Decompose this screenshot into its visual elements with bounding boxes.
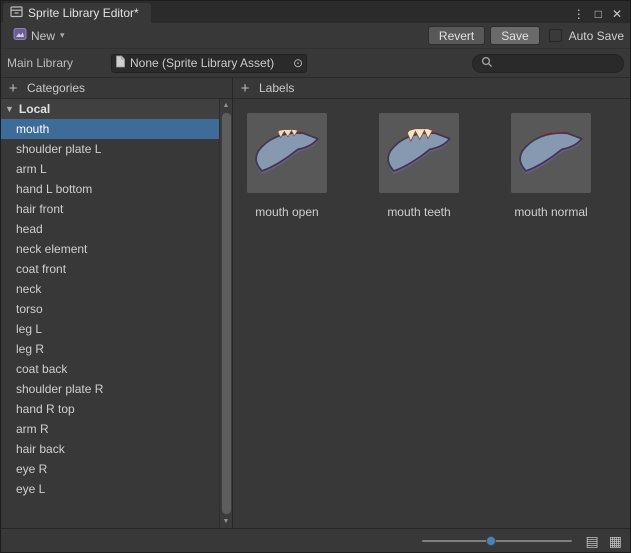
category-item[interactable]: hand L bottom (1, 179, 219, 199)
toolbar: New ▾ Revert Save Auto Save (1, 23, 630, 49)
auto-save-checkbox[interactable] (549, 29, 562, 42)
revert-button-label: Revert (439, 29, 474, 43)
object-field-value: None (Sprite Library Asset) (130, 56, 289, 70)
content-area: + Categories ▼ Local mouth shoulder plat… (1, 77, 630, 528)
chevron-down-icon: ▾ (60, 30, 65, 41)
save-button[interactable]: Save (490, 26, 539, 45)
category-item[interactable]: hair back (1, 439, 219, 459)
category-item[interactable]: shoulder plate R (1, 379, 219, 399)
category-item[interactable]: leg R (1, 339, 219, 359)
category-item[interactable]: hair front (1, 199, 219, 219)
new-asset-icon (13, 27, 27, 44)
slider-track[interactable] (422, 540, 572, 542)
scrollbar-thumb[interactable] (222, 113, 231, 514)
labels-header: + Labels (233, 77, 630, 99)
sprite-thumbnail-image (251, 117, 323, 189)
sprite-library-asset-field[interactable]: None (Sprite Library Asset) ⊙ (111, 54, 307, 73)
tab-title: Sprite Library Editor* (28, 6, 139, 20)
object-picker-icon[interactable]: ⊙ (293, 57, 303, 69)
thumbnail-size-slider[interactable] (422, 534, 572, 548)
sprite-library-editor-window: Sprite Library Editor* ⋮ □ ✕ New ▾ Rever… (0, 0, 631, 553)
label-item[interactable]: mouth open (247, 113, 327, 219)
revert-button[interactable]: Revert (428, 26, 485, 45)
close-icon[interactable]: ✕ (612, 8, 622, 20)
titlebar: Sprite Library Editor* ⋮ □ ✕ (1, 1, 630, 23)
category-item[interactable]: arm L (1, 159, 219, 179)
maximize-icon[interactable]: □ (595, 8, 602, 20)
scroll-up-icon[interactable]: ▲ (220, 99, 232, 112)
categories-panel: + Categories ▼ Local mouth shoulder plat… (1, 77, 233, 528)
list-view-icon[interactable]: ▤ (586, 534, 599, 548)
foldout-arrow-icon[interactable]: ▼ (5, 104, 14, 114)
save-button-label: Save (501, 29, 528, 43)
label-name: mouth normal (514, 205, 587, 219)
label-name: mouth teeth (387, 205, 450, 219)
tab-sprite-library-editor[interactable]: Sprite Library Editor* (3, 3, 151, 23)
local-foldout[interactable]: ▼ Local (1, 99, 219, 119)
label-item[interactable]: mouth normal (511, 113, 591, 219)
search-input[interactable] (498, 56, 615, 70)
bottom-bar: ▤ ▦ (1, 528, 630, 552)
category-item[interactable]: coat back (1, 359, 219, 379)
sprite-thumbnail-image (383, 117, 455, 189)
add-label-button[interactable]: + (237, 80, 253, 96)
category-item[interactable]: eye R (1, 459, 219, 479)
category-item[interactable]: neck element (1, 239, 219, 259)
sprite-thumbnail[interactable] (379, 113, 459, 193)
labels-grid: mouth open mouth teeth (233, 99, 630, 528)
labels-title: Labels (259, 81, 294, 95)
window-menu-icon[interactable]: ⋮ (573, 8, 585, 20)
label-name: mouth open (255, 205, 318, 219)
auto-save-label: Auto Save (569, 29, 624, 43)
search-icon (481, 56, 493, 71)
asset-doc-icon (115, 55, 126, 71)
new-button[interactable]: New ▾ (7, 25, 71, 46)
category-item[interactable]: torso (1, 299, 219, 319)
categories-list: ▼ Local mouth shoulder plate L arm L han… (1, 99, 232, 528)
category-item[interactable]: neck (1, 279, 219, 299)
slider-thumb[interactable] (486, 536, 496, 546)
sprite-thumbnail[interactable] (247, 113, 327, 193)
category-item[interactable]: mouth (1, 119, 219, 139)
category-item[interactable]: arm R (1, 419, 219, 439)
label-item[interactable]: mouth teeth (379, 113, 459, 219)
add-category-button[interactable]: + (5, 80, 21, 96)
search-field[interactable] (472, 54, 624, 73)
category-item[interactable]: hand R top (1, 399, 219, 419)
scroll-down-icon[interactable]: ▼ (220, 515, 232, 528)
main-library-label: Main Library (7, 56, 103, 70)
category-item[interactable]: head (1, 219, 219, 239)
grid-view-icon[interactable]: ▦ (609, 534, 622, 548)
categories-scrollbar[interactable]: ▲ ▼ (219, 99, 232, 528)
categories-header: + Categories (1, 77, 232, 99)
sprite-thumbnail-image (515, 117, 587, 189)
category-item[interactable]: coat front (1, 259, 219, 279)
category-item[interactable]: leg L (1, 319, 219, 339)
local-group-label: Local (19, 102, 50, 116)
categories-title: Categories (27, 81, 85, 95)
new-button-label: New (31, 29, 55, 43)
labels-panel: + Labels mouth open (233, 77, 630, 528)
main-library-row: Main Library None (Sprite Library Asset)… (1, 49, 630, 77)
category-item[interactable]: eye L (1, 479, 219, 499)
sprite-library-asset-icon (10, 5, 23, 21)
sprite-thumbnail[interactable] (511, 113, 591, 193)
category-item[interactable]: shoulder plate L (1, 139, 219, 159)
